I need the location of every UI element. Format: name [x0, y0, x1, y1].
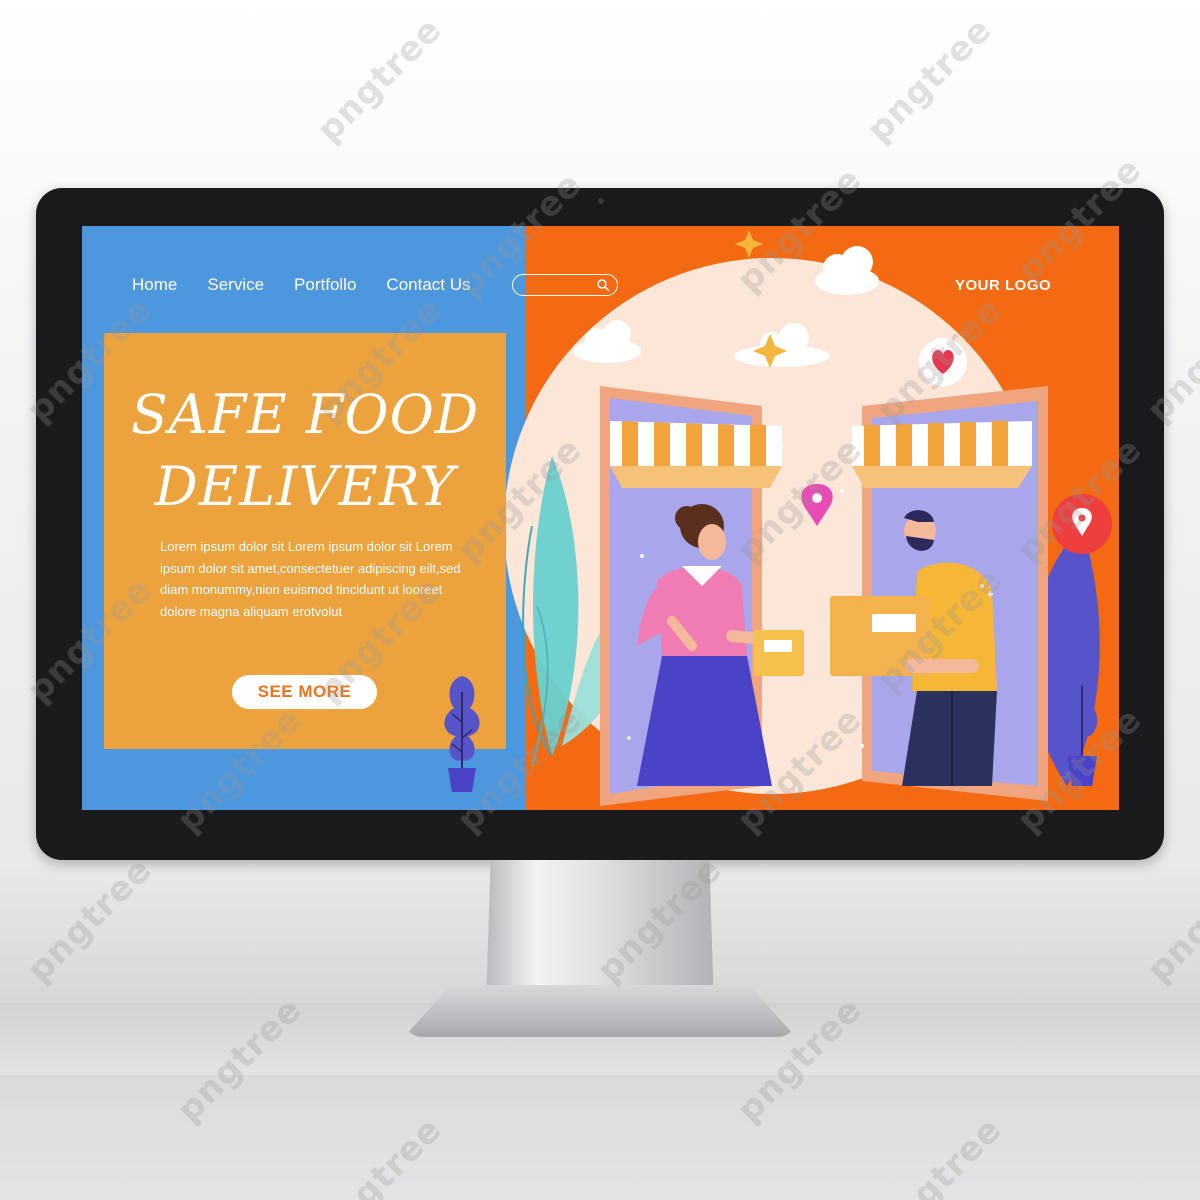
left-awning — [610, 421, 782, 488]
watermark-text: pngtree — [19, 849, 160, 991]
watermark-text: pngtree — [869, 1109, 1010, 1200]
screen: Home Service Portfollo Contact Us YOUR L… — [82, 226, 1119, 810]
hero-body-text: Lorem ipsum dolor sit Lorem ipsum dolor … — [160, 539, 461, 619]
brand-logo[interactable]: YOUR LOGO — [955, 277, 1051, 294]
right-awning — [852, 421, 1032, 488]
search-icon[interactable] — [596, 278, 610, 292]
watermark-text: pngtree — [1139, 849, 1200, 991]
headline-line-2: DELIVERY — [154, 455, 456, 518]
nav-service[interactable]: Service — [207, 275, 264, 295]
watermark-text: pngtree — [859, 9, 1000, 151]
plant-icon — [1066, 673, 1098, 786]
watermark-text: pngtree — [309, 1109, 450, 1200]
nav-portfolio[interactable]: Portfollo — [294, 275, 356, 295]
search-input[interactable] — [523, 276, 593, 292]
see-more-button[interactable]: SEE MORE — [232, 675, 377, 709]
main-nav: Home Service Portfollo Contact Us — [132, 275, 471, 295]
plant-icon — [444, 676, 480, 792]
monitor-base — [404, 985, 796, 1037]
search-bar[interactable] — [512, 274, 618, 296]
webcam-dot — [598, 198, 604, 204]
watermark-text: pngtree — [309, 9, 450, 151]
hero-headline: SAFE FOOD DELIVERY — [104, 379, 506, 523]
nav-home[interactable]: Home — [132, 275, 177, 295]
heart-icon — [919, 338, 967, 386]
headline-line-1: SAFE FOOD — [130, 383, 480, 446]
nav-contact-us[interactable]: Contact Us — [386, 275, 470, 295]
